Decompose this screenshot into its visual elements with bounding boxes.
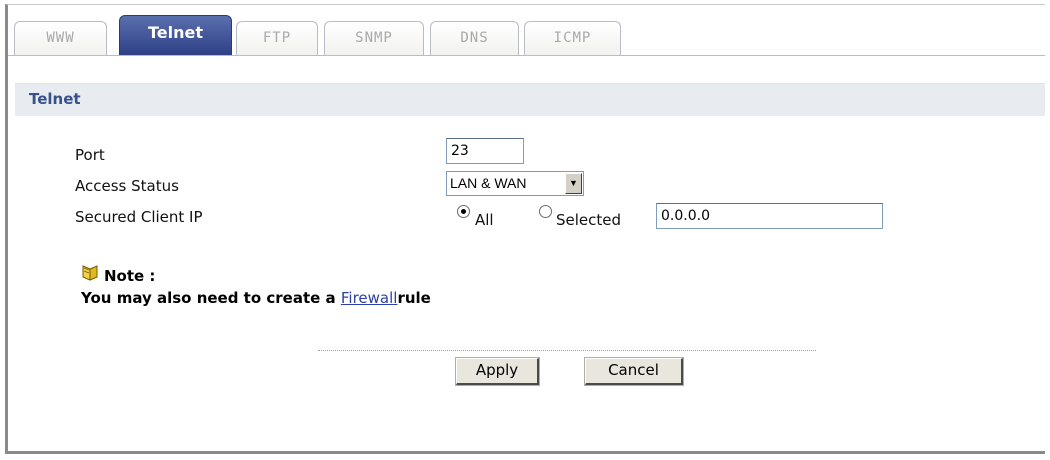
- section-header: Telnet: [15, 83, 1045, 116]
- content-frame: WWW Telnet FTP SNMP DNS ICMP Telnet Port…: [5, 4, 1045, 454]
- note-label: Note :: [104, 267, 156, 285]
- radio-all[interactable]: [457, 205, 470, 218]
- note-icon: [82, 265, 98, 281]
- note-text: You may also need to create a Firewallru…: [81, 289, 431, 307]
- section-title: Telnet: [29, 90, 81, 108]
- tab-bar-divider: [8, 55, 1045, 56]
- note-text-suffix: rule: [397, 289, 431, 307]
- access-status-label: Access Status: [75, 177, 179, 195]
- access-status-value: LAN & WAN: [450, 175, 527, 191]
- dropdown-arrow-icon[interactable]: ▼: [565, 173, 582, 194]
- tab-www[interactable]: WWW: [14, 21, 107, 56]
- cancel-button[interactable]: Cancel: [584, 357, 684, 386]
- client-ip-input[interactable]: [656, 203, 883, 229]
- radio-selected[interactable]: [539, 205, 552, 218]
- secured-client-ip-label: Secured Client IP: [75, 208, 203, 226]
- port-label: Port: [75, 146, 105, 164]
- tab-telnet[interactable]: Telnet: [119, 15, 232, 56]
- port-input[interactable]: [446, 138, 524, 164]
- note-text-prefix: You may also need to create a: [81, 289, 341, 307]
- tab-icmp[interactable]: ICMP: [524, 21, 621, 56]
- tab-dns[interactable]: DNS: [430, 21, 519, 56]
- radio-all-label: All: [475, 211, 494, 229]
- tab-snmp[interactable]: SNMP: [324, 21, 424, 56]
- apply-button[interactable]: Apply: [455, 357, 540, 386]
- button-divider: [318, 350, 816, 351]
- access-status-select[interactable]: LAN & WAN ▼: [446, 171, 584, 196]
- tab-ftp[interactable]: FTP: [236, 21, 318, 56]
- radio-selected-label: Selected: [556, 211, 622, 229]
- firewall-link[interactable]: Firewall: [341, 289, 398, 307]
- tab-bar: WWW Telnet FTP SNMP DNS ICMP: [8, 5, 1045, 56]
